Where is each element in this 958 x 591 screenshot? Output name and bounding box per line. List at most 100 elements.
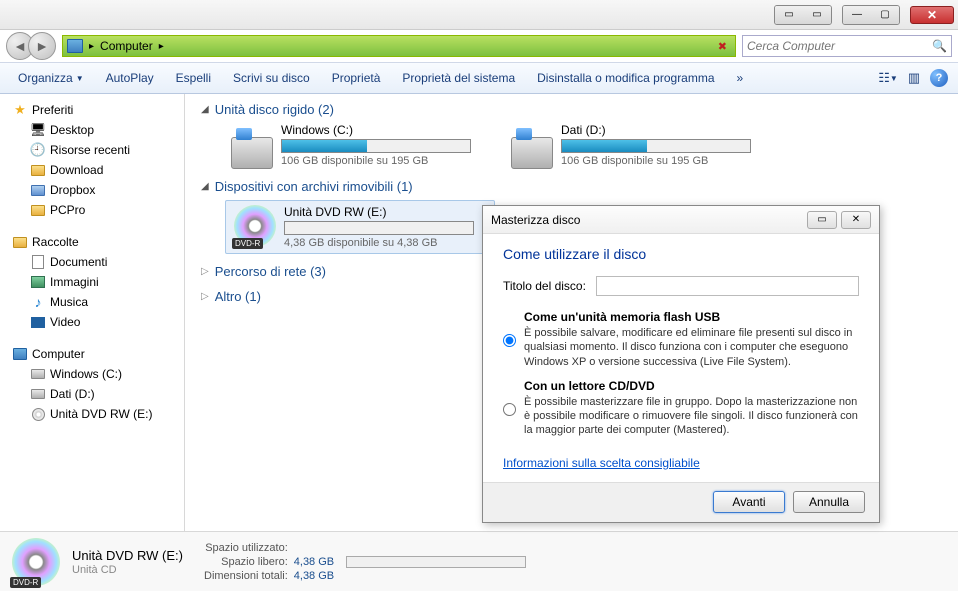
- sidebar-computer-header[interactable]: Computer: [0, 344, 184, 364]
- details-free-label: Spazio libero:: [204, 556, 288, 568]
- computer-icon: [12, 346, 28, 362]
- dvd-badge: DVD-R: [10, 577, 41, 588]
- option-cddvd-radio[interactable]: [503, 381, 516, 438]
- sidebar-item-video[interactable]: Video: [0, 312, 184, 332]
- details-used-label: Spazio utilizzato:: [204, 542, 288, 554]
- aux-button-2[interactable]: ▭: [803, 6, 831, 24]
- nav-buttons: ◄ ►: [6, 32, 56, 60]
- sidebar-item-documents[interactable]: Documenti: [0, 252, 184, 272]
- option-usb-title: Come un'unità memoria flash USB: [524, 310, 859, 324]
- preview-pane-icon[interactable]: ▥: [904, 68, 924, 88]
- folder-icon: [30, 202, 46, 218]
- crumb-arrow-icon[interactable]: ▸: [157, 41, 166, 52]
- sidebar-libraries-header[interactable]: Raccolte: [0, 232, 184, 252]
- document-icon: [30, 254, 46, 270]
- sidebar-item-recent[interactable]: 🕘Risorse recenti: [0, 140, 184, 160]
- drive-icon: [511, 137, 553, 169]
- next-button[interactable]: Avanti: [713, 491, 785, 513]
- disc-title-input[interactable]: [596, 276, 859, 296]
- address-bar[interactable]: ▸ Computer ▸ ✖: [62, 35, 736, 57]
- sidebar-item-desktop[interactable]: 🖥Desktop: [0, 120, 184, 140]
- sidebar-item-download[interactable]: Download: [0, 160, 184, 180]
- cancel-button[interactable]: Annulla: [793, 491, 865, 513]
- sidebar-item-dropbox[interactable]: Dropbox: [0, 180, 184, 200]
- toolbar-properties[interactable]: Proprietà: [324, 67, 389, 89]
- dialog-titlebar: Masterizza disco ▭ ✕: [483, 206, 879, 234]
- desktop-icon: 🖥: [30, 122, 46, 138]
- dialog-title: Masterizza disco: [491, 213, 803, 227]
- sidebar-item-drive-e[interactable]: Unità DVD RW (E:): [0, 404, 184, 424]
- dialog-help-link[interactable]: Informazioni sulla scelta consigliabile: [503, 456, 700, 470]
- minimize-button[interactable]: —: [843, 6, 871, 24]
- recent-icon: 🕘: [30, 142, 46, 158]
- section-hdd[interactable]: ◢Unità disco rigido (2): [201, 102, 942, 117]
- drive-e-bar: [284, 221, 474, 235]
- drive-d[interactable]: Dati (D:) 106 GB disponibile su 195 GB: [511, 123, 751, 169]
- option-usb-radio[interactable]: [503, 312, 516, 369]
- details-title: Unità DVD RW (E:): [72, 548, 192, 563]
- option-usb[interactable]: Come un'unità memoria flash USB È possib…: [503, 310, 859, 369]
- search-icon[interactable]: 🔍: [932, 39, 947, 53]
- drive-e-name: Unità DVD RW (E:): [284, 205, 474, 219]
- sidebar-item-drive-d[interactable]: Dati (D:): [0, 384, 184, 404]
- collapse-icon: ◢: [201, 104, 209, 115]
- section-removable[interactable]: ◢Dispositivi con archivi rimovibili (1): [201, 179, 942, 194]
- close-button[interactable]: ✕: [910, 6, 954, 24]
- drive-c-stat: 106 GB disponibile su 195 GB: [281, 155, 471, 167]
- view-options-icon[interactable]: ☷ ▼: [878, 68, 898, 88]
- dvd-icon: DVD-R: [234, 205, 276, 247]
- drive-e[interactable]: DVD-R Unità DVD RW (E:) 4,38 GB disponib…: [225, 200, 495, 254]
- aux-button-1[interactable]: ▭: [775, 6, 803, 24]
- details-total-label: Dimensioni totali:: [204, 570, 288, 582]
- drive-c[interactable]: Windows (C:) 106 GB disponibile su 195 G…: [231, 123, 471, 169]
- window-titlebar: ▭ ▭ — ▢ ✕: [0, 0, 958, 30]
- help-icon[interactable]: ?: [930, 69, 948, 87]
- expand-icon: ▷: [201, 291, 209, 302]
- stop-icon[interactable]: ✖: [718, 40, 727, 53]
- dropbox-icon: [30, 182, 46, 198]
- forward-button[interactable]: ►: [28, 32, 56, 60]
- drive-d-bar: [561, 139, 751, 153]
- drive-icon: [231, 137, 273, 169]
- toolbar-organize[interactable]: Organizza▼: [10, 67, 92, 89]
- maximize-button[interactable]: ▢: [871, 6, 899, 24]
- star-icon: ★: [12, 102, 28, 118]
- search-input[interactable]: [747, 39, 932, 53]
- disc-title-label: Titolo del disco:: [503, 279, 586, 293]
- toolbar-write[interactable]: Scrivi su disco: [225, 67, 318, 89]
- option-usb-desc: È possibile salvare, modificare ed elimi…: [524, 326, 859, 369]
- toolbar-system-properties[interactable]: Proprietà del sistema: [394, 67, 523, 89]
- pictures-icon: [30, 274, 46, 290]
- dialog-aux-button[interactable]: ▭: [807, 211, 837, 229]
- drive-c-name: Windows (C:): [281, 123, 471, 137]
- drive-e-stat: 4,38 GB disponibile su 4,38 GB: [284, 237, 474, 249]
- sidebar-favorites-header[interactable]: ★Preferiti: [0, 100, 184, 120]
- sidebar-item-pictures[interactable]: Immagini: [0, 272, 184, 292]
- dialog-heading: Come utilizzare il disco: [503, 246, 859, 262]
- music-icon: ♪: [30, 294, 46, 310]
- option-cddvd-desc: È possibile masterizzare file in gruppo.…: [524, 395, 859, 438]
- sidebar-item-drive-c[interactable]: Windows (C:): [0, 364, 184, 384]
- crumb-arrow-icon[interactable]: ▸: [87, 41, 96, 52]
- sidebar-item-music[interactable]: ♪Musica: [0, 292, 184, 312]
- toolbar-uninstall[interactable]: Disinstalla o modifica programma: [529, 67, 722, 89]
- search-box[interactable]: 🔍: [742, 35, 952, 57]
- details-subtitle: Unità CD: [72, 564, 192, 576]
- breadcrumb-computer[interactable]: Computer: [96, 39, 157, 53]
- option-cddvd[interactable]: Con un lettore CD/DVD È possibile master…: [503, 379, 859, 438]
- toolbar-overflow[interactable]: »: [729, 67, 752, 89]
- drive-d-name: Dati (D:): [561, 123, 751, 137]
- dialog-close-button[interactable]: ✕: [841, 211, 871, 229]
- toolbar-autoplay[interactable]: AutoPlay: [98, 67, 162, 89]
- details-usage-bar: [346, 556, 526, 568]
- dialog-footer: Avanti Annulla: [483, 482, 879, 522]
- libraries-icon: [12, 234, 28, 250]
- window-control-group-2: — ▢: [842, 5, 900, 25]
- dvd-icon: DVD-R: [12, 538, 60, 586]
- sidebar-item-pcpro[interactable]: PCPro: [0, 200, 184, 220]
- details-total-val: 4,38 GB: [294, 570, 334, 582]
- toolbar-eject[interactable]: Espelli: [168, 67, 219, 89]
- video-icon: [30, 314, 46, 330]
- collapse-icon: ◢: [201, 181, 209, 192]
- burn-disc-dialog: Masterizza disco ▭ ✕ Come utilizzare il …: [482, 205, 880, 523]
